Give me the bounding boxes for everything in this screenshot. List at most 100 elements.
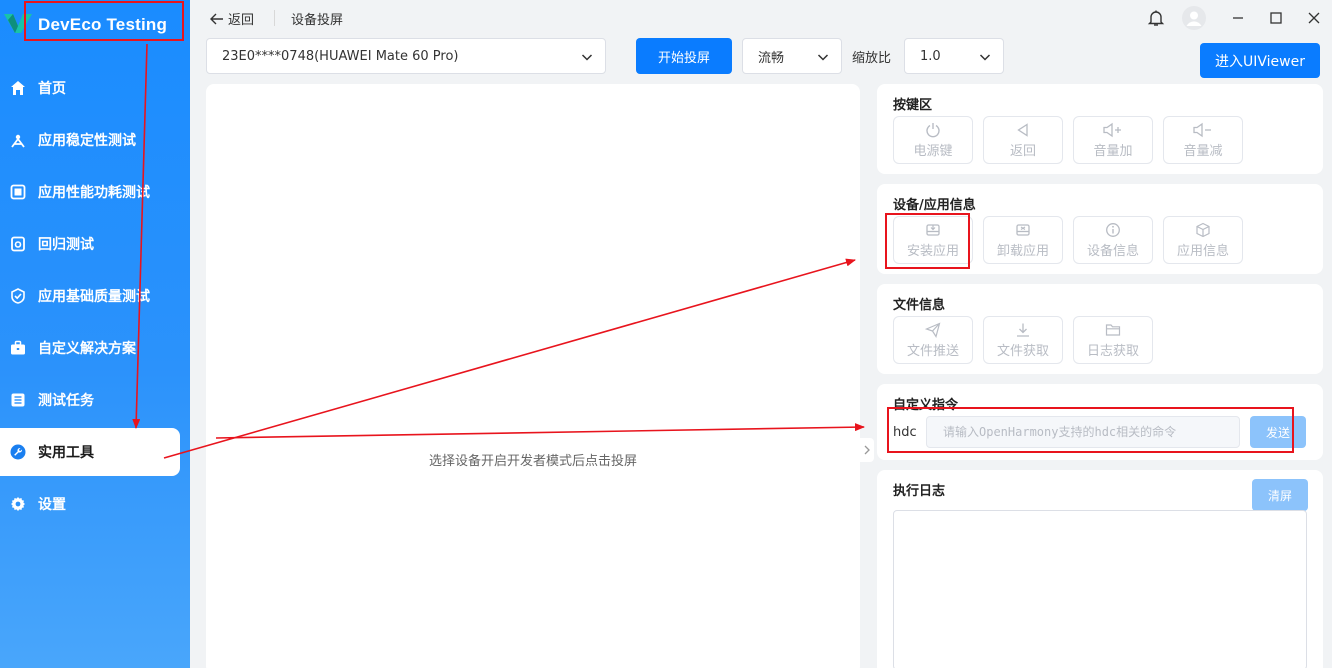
cube-icon (1195, 221, 1211, 239)
sidebar-item-settings[interactable]: 设置 (0, 480, 180, 528)
device-select[interactable]: 23E0****0748(HUAWEI Mate 60 Pro) (206, 38, 606, 74)
uninstall-app-label: 卸载应用 (996, 244, 1049, 259)
uninstall-app-button[interactable]: 卸载应用 (983, 216, 1063, 264)
task-list-icon (10, 392, 26, 408)
volume-down-icon (1192, 121, 1214, 139)
file-pull-button[interactable]: 文件获取 (983, 316, 1063, 364)
folder-icon (1105, 321, 1121, 339)
chevron-right-icon (864, 445, 870, 455)
volume-down-button[interactable]: 音量减 (1163, 116, 1243, 164)
hdc-prefix-label: hdc (893, 425, 917, 440)
quality-select[interactable]: 流畅 (742, 38, 842, 74)
home-icon (10, 80, 26, 96)
start-cast-button[interactable]: 开始投屏 (636, 38, 732, 74)
sidebar-item-label: 实用工具 (38, 445, 94, 461)
sidebar-item-stability[interactable]: 应用稳定性测试 (0, 116, 180, 164)
collapse-panel-handle[interactable] (860, 438, 874, 462)
sidebar-item-regression[interactable]: 回归测试 (0, 220, 180, 268)
send-command-button[interactable]: 发送 (1250, 416, 1306, 448)
volume-down-label: 音量减 (1183, 144, 1223, 159)
zoom-select-value: 1.0 (920, 48, 941, 64)
sidebar-item-quality[interactable]: 应用基础质量测试 (0, 272, 180, 320)
maximize-icon[interactable] (1264, 6, 1288, 30)
log-section-title: 执行日志 (893, 484, 946, 499)
power-key-label: 电源键 (913, 144, 953, 159)
wrench-icon (10, 444, 26, 460)
file-push-label: 文件推送 (906, 344, 959, 359)
minimize-icon[interactable] (1226, 6, 1250, 30)
avatar[interactable] (1182, 6, 1206, 30)
back-label: 返回 (228, 13, 255, 28)
deveco-logo-icon (4, 14, 32, 33)
execution-log-output[interactable] (893, 510, 1307, 668)
keys-card: 按键区 电源键 返回 音量加 音量减 (877, 84, 1323, 174)
keys-section-title: 按键区 (893, 98, 933, 113)
brand-name: DevEco Testing (38, 15, 168, 34)
back-triangle-icon (1015, 121, 1031, 139)
title-bar: 返回 设备投屏 (190, 0, 1332, 36)
sidebar-item-label: 自定义解决方案 (38, 341, 136, 357)
execution-log-card: 执行日志 清屏 (877, 470, 1323, 668)
device-app-info-card: 设备/应用信息 安装应用 卸载应用 设备信息 应用信息 (877, 184, 1323, 274)
sidebar-item-test-tasks[interactable]: 测试任务 (0, 376, 180, 424)
sidebar: DevEco Testing 首页 应用稳定性测试 应用性能功耗测试 回归测试 … (0, 0, 190, 668)
stability-icon (10, 132, 26, 148)
notification-bell-icon[interactable] (1144, 6, 1168, 30)
zoom-label: 缩放比 (852, 51, 892, 66)
back-key-label: 返回 (1009, 144, 1036, 159)
install-app-icon (925, 221, 941, 239)
performance-icon (10, 184, 26, 200)
sidebar-item-label: 设置 (38, 497, 66, 513)
send-icon (925, 321, 941, 339)
regression-icon (10, 236, 26, 252)
log-fetch-button[interactable]: 日志获取 (1073, 316, 1153, 364)
file-push-button[interactable]: 文件推送 (893, 316, 973, 364)
enter-uiviewer-button[interactable]: 进入UIViewer (1200, 43, 1320, 78)
file-pull-label: 文件获取 (996, 344, 1049, 359)
power-icon (924, 121, 942, 139)
quality-select-value: 流畅 (758, 50, 785, 66)
app-info-button[interactable]: 应用信息 (1163, 216, 1243, 264)
screen-hint: 选择设备开启开发者模式后点击投屏 (428, 454, 637, 469)
chevron-down-icon (817, 54, 829, 61)
quality-check-icon (10, 288, 26, 304)
sidebar-item-custom-solution[interactable]: 自定义解决方案 (0, 324, 180, 372)
page-title: 设备投屏 (291, 13, 344, 28)
command-section-title: 自定义指令 (893, 398, 959, 413)
device-select-value: 23E0****0748(HUAWEI Mate 60 Pro) (222, 48, 459, 64)
volume-up-label: 音量加 (1093, 144, 1133, 159)
uninstall-app-icon (1015, 221, 1031, 239)
close-icon[interactable] (1302, 6, 1326, 30)
back-button[interactable]: 返回 (210, 9, 254, 28)
chevron-down-icon (581, 54, 593, 61)
sidebar-item-label: 测试任务 (38, 393, 94, 409)
sidebar-item-utilities[interactable]: 实用工具 (0, 428, 180, 476)
log-fetch-label: 日志获取 (1086, 344, 1139, 359)
sidebar-item-performance[interactable]: 应用性能功耗测试 (0, 168, 180, 216)
briefcase-icon (10, 340, 26, 356)
hdc-command-input[interactable] (926, 416, 1240, 448)
sidebar-item-label: 应用性能功耗测试 (38, 185, 150, 201)
gear-icon (10, 496, 26, 512)
power-key-button[interactable]: 电源键 (893, 116, 973, 164)
chevron-down-icon (979, 54, 991, 61)
install-app-label: 安装应用 (906, 244, 959, 259)
app-info-label: 应用信息 (1176, 244, 1229, 259)
info-icon (1105, 221, 1121, 239)
zoom-select[interactable]: 1.0 (904, 38, 1004, 74)
arrow-left-icon (210, 13, 223, 24)
volume-up-icon (1102, 121, 1124, 139)
back-key-button[interactable]: 返回 (983, 116, 1063, 164)
download-icon (1015, 321, 1031, 339)
sidebar-item-label: 回归测试 (38, 237, 94, 253)
install-app-button[interactable]: 安装应用 (893, 216, 973, 264)
sidebar-item-label: 应用稳定性测试 (38, 133, 136, 149)
device-section-title: 设备/应用信息 (893, 198, 976, 213)
custom-command-card: 自定义指令 hdc 发送 (877, 384, 1323, 460)
sidebar-item-label: 应用基础质量测试 (38, 289, 150, 305)
volume-up-button[interactable]: 音量加 (1073, 116, 1153, 164)
clear-log-button[interactable]: 清屏 (1252, 479, 1308, 511)
device-info-button[interactable]: 设备信息 (1073, 216, 1153, 264)
screen-cast-area[interactable]: 选择设备开启开发者模式后点击投屏 (206, 84, 860, 668)
sidebar-item-home[interactable]: 首页 (0, 64, 180, 112)
